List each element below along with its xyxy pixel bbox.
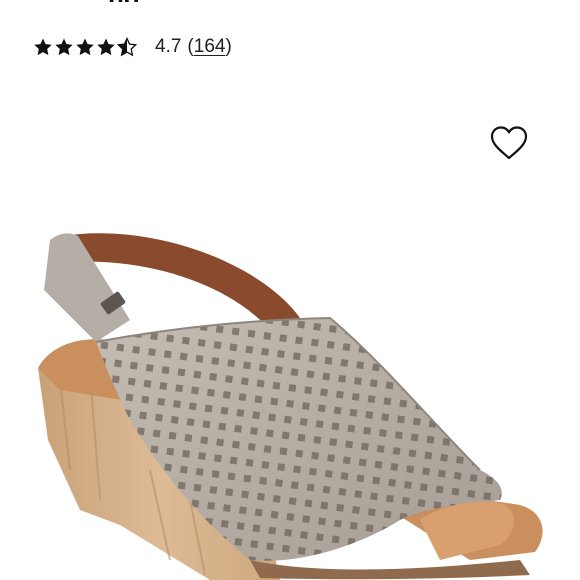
star-rating xyxy=(33,37,137,57)
product-photo-wedge-sandal xyxy=(38,233,543,580)
heart-outline-icon xyxy=(490,126,528,160)
wishlist-button[interactable] xyxy=(489,124,529,162)
star-filled-icon xyxy=(97,38,115,56)
review-count-link[interactable]: (164) xyxy=(187,36,231,58)
star-filled-icon xyxy=(34,38,52,56)
rating-row: 4.7 (164) xyxy=(33,34,232,60)
rating-value: 4.7 xyxy=(155,36,182,57)
star-half-icon xyxy=(117,37,137,57)
review-count-number[interactable]: 164 xyxy=(194,36,226,57)
review-count-close: ) xyxy=(225,36,232,57)
star-filled-icon xyxy=(76,38,94,56)
product-title-fragment: ng xyxy=(108,0,140,2)
star-filled-icon xyxy=(55,38,73,56)
